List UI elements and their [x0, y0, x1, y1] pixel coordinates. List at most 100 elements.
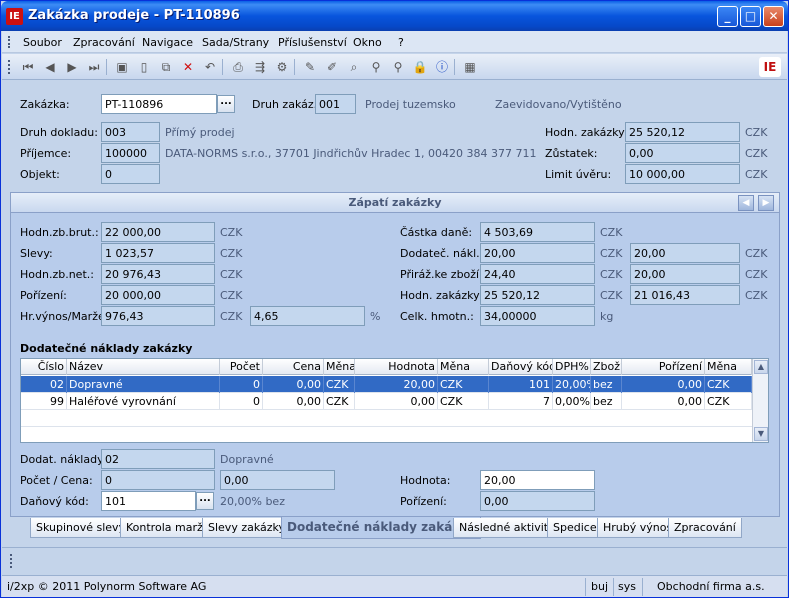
- cena-field[interactable]: 0,00: [220, 470, 335, 490]
- menu-navigace[interactable]: Navigace: [142, 36, 193, 49]
- castka-dane-field: 4 503,69: [480, 222, 595, 242]
- dodat-naklady-text: Dopravné: [220, 453, 274, 466]
- col-mena-3[interactable]: Měna: [705, 359, 752, 375]
- find-icon[interactable]: ⚲: [368, 59, 384, 75]
- col-nazev[interactable]: Název: [67, 359, 220, 375]
- porizeni-field: 20 000,00: [101, 285, 215, 305]
- tab-slevy-zakazky[interactable]: Slevy zakázky: [202, 518, 292, 538]
- currency-label: CZK: [745, 126, 768, 139]
- col-hodnota[interactable]: Hodnota: [355, 359, 438, 375]
- currency-label: CZK: [745, 168, 768, 181]
- cell-hodnota: 20,00: [355, 376, 438, 393]
- weight-unit-label: kg: [600, 310, 614, 323]
- slevy-label: Slevy:: [20, 247, 53, 260]
- col-cislo[interactable]: Číslo: [21, 359, 67, 375]
- save-icon[interactable]: ▣: [114, 59, 130, 75]
- panel-next-button[interactable]: ▶: [758, 195, 774, 211]
- hodnota-label: Hodnota:: [400, 474, 451, 487]
- col-porizeni[interactable]: Pořízení: [622, 359, 705, 375]
- copyright-text: i/2xp © 2011 Polynorm Software AG: [7, 580, 207, 593]
- new-icon[interactable]: ▯: [136, 59, 152, 75]
- zustatek-label: Zůstatek:: [545, 147, 598, 160]
- edit-icon[interactable]: ✎: [302, 59, 318, 75]
- close-button[interactable]: ✕: [763, 6, 784, 27]
- menu-okno[interactable]: Okno: [353, 36, 382, 49]
- toolbar-separator: [106, 59, 107, 75]
- cell-danovy-kod: 7: [489, 393, 553, 410]
- table-row-empty[interactable]: [21, 410, 752, 427]
- zakazka-lookup-button[interactable]: ...: [217, 95, 235, 113]
- menu-prislusenstvi[interactable]: Příslušenství: [278, 36, 347, 49]
- hodnota-field[interactable]: 20,00: [480, 470, 595, 490]
- tab-nasledne-aktivity[interactable]: Následné aktivity: [453, 518, 561, 538]
- first-record-icon[interactable]: ⏮: [20, 59, 36, 75]
- druh-zakaz-text: Prodej tuzemsko: [365, 98, 456, 111]
- cell-nazev: Haléřové vyrovnání: [67, 393, 220, 410]
- cell-danovy-kod: 101: [489, 376, 553, 393]
- delete-icon[interactable]: ✕: [180, 59, 196, 75]
- toolbar: ⏮ ◀ ▶ ⏭ ▣ ▯ ⧉ ✕ ↶ ⎙ ⇶ ⚙ ✎ ✐ ⌕ ⚲ ⚲ 🔒 ⓘ ▦ …: [2, 54, 787, 80]
- cell-pocet: 0: [220, 376, 263, 393]
- cell-zbozi: bez: [591, 393, 622, 410]
- settings-icon[interactable]: ⚙: [274, 59, 290, 75]
- scroll-down-icon[interactable]: ▼: [754, 427, 768, 441]
- scroll-up-icon[interactable]: ▲: [754, 360, 768, 374]
- col-cena[interactable]: Cena: [263, 359, 324, 375]
- cell-mena-3: CZK: [705, 376, 752, 393]
- last-record-icon[interactable]: ⏭: [86, 59, 102, 75]
- col-danovy-kod[interactable]: Daňový kód: [489, 359, 553, 375]
- secondary-toolbar: [2, 547, 787, 573]
- col-dph[interactable]: DPH%: [553, 359, 591, 375]
- calculator-icon[interactable]: ▦: [462, 59, 478, 75]
- porizeni2-field[interactable]: 0,00: [480, 491, 595, 511]
- costs-grid[interactable]: Číslo Název Počet Cena Měna Hodnota Měna…: [20, 358, 769, 443]
- druh-zakaz-label: Druh zakáz.:: [252, 98, 321, 111]
- tab-hruby-vynos[interactable]: Hrubý výnos: [597, 518, 679, 538]
- edit-field-icon[interactable]: ✐: [324, 59, 340, 75]
- dodat-naklady-field[interactable]: 02: [101, 449, 215, 469]
- prijemce-field[interactable]: 100000: [101, 143, 160, 163]
- tab-spedice[interactable]: Spedice: [547, 518, 603, 538]
- prev-record-icon[interactable]: ◀: [42, 59, 58, 75]
- table-row[interactable]: 99 Haléřové vyrovnání 0 0,00 CZK 0,00 CZ…: [21, 393, 752, 410]
- undo-icon[interactable]: ↶: [202, 59, 218, 75]
- print-icon[interactable]: ⎙: [230, 59, 246, 75]
- panel-prev-button[interactable]: ◀: [738, 195, 754, 211]
- filter-icon[interactable]: ⚲: [390, 59, 406, 75]
- status-divider: [585, 578, 586, 596]
- maximize-button[interactable]: □: [740, 6, 761, 27]
- lock-icon[interactable]: 🔒: [412, 59, 428, 75]
- grid-scrollbar[interactable]: ▲ ▼: [752, 359, 768, 442]
- menu-help[interactable]: ?: [398, 36, 404, 49]
- menu-soubor[interactable]: Soubor: [23, 36, 62, 49]
- col-mena[interactable]: Měna: [324, 359, 355, 375]
- druh-zakaz-field[interactable]: 001: [315, 94, 356, 114]
- table-row[interactable]: 02 Dopravné 0 0,00 CZK 20,00 CZK 101 20,…: [21, 376, 752, 393]
- pocet-cena-label: Počet / Cena:: [20, 474, 93, 487]
- col-pocet[interactable]: Počet: [220, 359, 263, 375]
- dodatec-nakl-label: Dodateč. nákl.:: [400, 247, 484, 260]
- menu-zpracovani[interactable]: Zpracování: [73, 36, 135, 49]
- info-icon[interactable]: ⓘ: [434, 59, 450, 75]
- tab-skupinove-slevy[interactable]: Skupinové slevy: [30, 518, 132, 538]
- minimize-button[interactable]: _: [717, 6, 738, 27]
- table-row-empty[interactable]: [21, 427, 752, 444]
- copy-icon[interactable]: ⧉: [158, 59, 174, 75]
- col-mena-2[interactable]: Měna: [438, 359, 489, 375]
- tab-dodatecne-naklady[interactable]: Dodatečné náklady zakázky: [281, 517, 482, 539]
- currency-label: CZK: [745, 289, 768, 302]
- col-zbozi[interactable]: Zboží: [591, 359, 622, 375]
- search-icon[interactable]: ⌕: [346, 59, 362, 75]
- danovy-kod-field[interactable]: 101: [101, 491, 196, 511]
- tab-zpracovani[interactable]: Zpracování: [668, 518, 742, 538]
- menu-sada-strany[interactable]: Sada/Strany: [202, 36, 269, 49]
- next-record-icon[interactable]: ▶: [64, 59, 80, 75]
- title-bar[interactable]: IE Zakázka prodeje - PT-110896 _ □ ✕: [1, 1, 788, 31]
- zakazka-field[interactable]: PT-110896: [101, 94, 217, 114]
- druh-dokladu-field[interactable]: 003: [101, 122, 160, 142]
- objekt-field[interactable]: 0: [101, 164, 160, 184]
- pocet-field[interactable]: 0: [101, 470, 215, 490]
- danovy-kod-lookup-button[interactable]: ...: [196, 492, 214, 510]
- druh-dokladu-text: Přímý prodej: [165, 126, 235, 139]
- export-icon[interactable]: ⇶: [252, 59, 268, 75]
